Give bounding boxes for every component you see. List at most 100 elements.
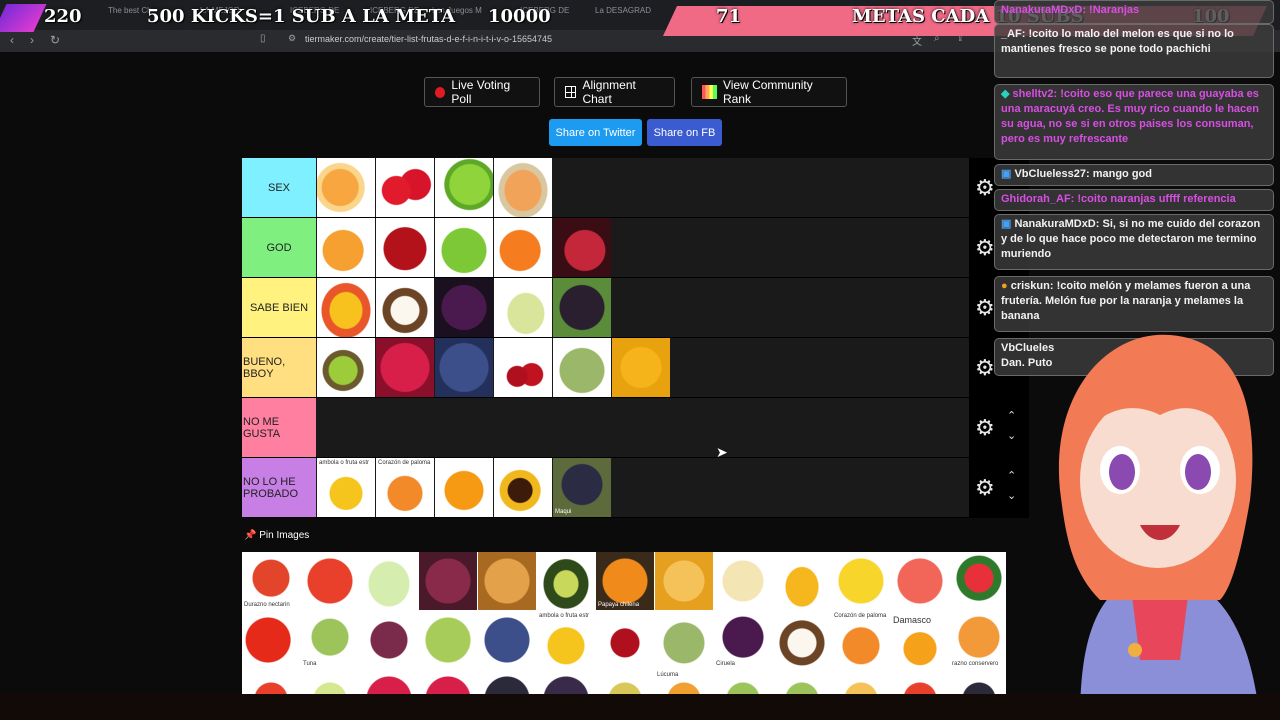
papaya-image[interactable]: Papaya chilena [596, 552, 654, 610]
image-caption: Damasco [893, 615, 932, 625]
apricot-image[interactable] [317, 158, 375, 217]
alignment-chart-button[interactable]: Alignment Chart [554, 77, 675, 107]
starfruit-image[interactable]: ambola o fruta estr [317, 458, 375, 517]
orange-image[interactable] [494, 218, 552, 277]
lime-image[interactable] [435, 158, 493, 217]
live-voting-poll-button[interactable]: Live Voting Poll [424, 77, 540, 107]
pin-images-toggle[interactable]: 📌 Pin Images [244, 530, 309, 541]
tier-label[interactable]: NO LO HE PROBADO [242, 458, 316, 517]
peach-image[interactable] [301, 552, 359, 610]
banana-image[interactable] [832, 552, 890, 610]
carambola-image[interactable]: ambola o fruta estr [537, 611, 595, 669]
pool-image[interactable] [832, 670, 890, 694]
maqui-image[interactable]: Maqui [553, 458, 611, 517]
gear-icon[interactable]: ⚙ [975, 235, 995, 261]
pool-image[interactable] [950, 670, 1006, 694]
tier-label[interactable]: BUENO, BBOY [242, 338, 316, 397]
pineapple-image[interactable] [773, 552, 831, 610]
pool-image[interactable] [773, 670, 831, 694]
pepino-image[interactable] [714, 552, 772, 610]
raspberry-image[interactable] [376, 338, 434, 397]
pomegranate-image[interactable] [553, 218, 611, 277]
cantaloupe-image[interactable] [494, 158, 552, 217]
damasco-image[interactable]: Damasco [891, 611, 949, 669]
grapes-image[interactable] [360, 611, 418, 669]
chat-message: Ghidorah_AF: !coito naranjas uffff refer… [994, 189, 1274, 211]
bookmark-icon[interactable]: ▯ [260, 33, 266, 44]
green-grapes-image[interactable] [419, 611, 477, 669]
blackberry-image[interactable] [553, 278, 611, 337]
tomato-image[interactable] [242, 611, 300, 669]
pool-image[interactable] [419, 670, 477, 694]
tier-label[interactable]: SABE BIEN [242, 278, 316, 337]
pool-image[interactable] [596, 670, 654, 694]
pool-image[interactable] [478, 670, 536, 694]
share-fb-button[interactable]: Share on FB [647, 119, 722, 146]
cherries-image[interactable] [596, 611, 654, 669]
avocado-image[interactable] [537, 552, 595, 610]
forward-icon[interactable]: › [30, 33, 34, 47]
pool-image[interactable] [301, 670, 359, 694]
chat-message: ▣ NanakuraMDxD: Si, si no me cuido del c… [994, 214, 1274, 270]
green-apple-image[interactable] [435, 218, 493, 277]
lucuma-image[interactable]: Lúcuma [655, 670, 713, 694]
grapefruit-image[interactable] [891, 552, 949, 610]
pool-image[interactable] [360, 670, 418, 694]
url-text[interactable]: tiermaker.com/create/tier-list-frutas-d-… [305, 34, 552, 44]
apple-image[interactable] [376, 218, 434, 277]
plum-pool-image[interactable]: Ciruela [714, 611, 772, 669]
blueberries-image[interactable] [478, 611, 536, 669]
coconut-image[interactable] [376, 278, 434, 337]
kiwi-image[interactable] [317, 338, 375, 397]
passion-fruit-image[interactable] [612, 338, 670, 397]
coconut-pool-image[interactable] [773, 611, 831, 669]
browser-tab[interactable]: La DESAGRAD [595, 6, 651, 15]
view-community-rank-button[interactable]: View Community Rank [691, 77, 847, 107]
tier-label[interactable]: NO ME GUSTA [242, 398, 316, 457]
back-icon[interactable]: ‹ [10, 33, 14, 47]
gear-icon[interactable]: ⚙ [975, 295, 995, 321]
chevron-down-icon[interactable]: ⌄ [1007, 486, 1016, 506]
blueberry-image[interactable] [435, 338, 493, 397]
gear-icon[interactable]: ⚙ [975, 475, 995, 501]
watermelon-image[interactable] [950, 552, 1006, 610]
site-info-icon[interactable]: ⚙ [288, 33, 296, 44]
mandarin-image[interactable] [317, 218, 375, 277]
pool-image[interactable] [714, 670, 772, 694]
pear-image[interactable] [494, 278, 552, 337]
canning-peach-image[interactable]: razno conservero [950, 611, 1006, 669]
nectarine-image[interactable]: Durazno nectarin [242, 552, 300, 610]
chevron-up-icon[interactable]: ⌃ [1007, 466, 1016, 486]
pigeon-heart-image[interactable]: Corazón de paloma [376, 458, 434, 517]
image-caption: ambola o fruta estr [319, 460, 370, 466]
browser-tab[interactable]: The best Ch [108, 6, 152, 15]
kicks-count: 220 [44, 6, 82, 27]
loquat-image[interactable] [478, 552, 536, 610]
gear-icon[interactable]: ⚙ [975, 415, 995, 441]
chevron-up-icon[interactable]: ⌃ [1007, 406, 1016, 426]
fig-image[interactable] [419, 552, 477, 610]
tier-label[interactable]: GOD [242, 218, 316, 277]
pool-image[interactable] [242, 670, 300, 694]
cherimoya-pool-image[interactable] [655, 611, 713, 669]
plum-image[interactable] [435, 278, 493, 337]
gear-icon[interactable]: ⚙ [975, 355, 995, 381]
pool-image[interactable] [891, 670, 949, 694]
tuna-image[interactable]: Tuna [301, 611, 359, 669]
mango-image[interactable] [317, 278, 375, 337]
cherry-image[interactable] [494, 338, 552, 397]
share-twitter-button[interactable]: Share on Twitter [549, 119, 642, 146]
kumquat-image[interactable] [435, 458, 493, 517]
honeydew-image[interactable] [360, 552, 418, 610]
cherimoya-image[interactable] [553, 338, 611, 397]
reload-icon[interactable]: ↻ [50, 33, 60, 47]
strawberry-image[interactable] [376, 158, 434, 217]
pigeon-heart-pool-image[interactable]: Corazón de paloma [832, 611, 890, 669]
tier-label[interactable]: SEX [242, 158, 316, 217]
mountain-papaya-image[interactable] [655, 552, 713, 610]
gear-icon[interactable]: ⚙ [975, 175, 995, 201]
sapote-image[interactable] [494, 458, 552, 517]
pool-image[interactable] [537, 670, 595, 694]
chevron-down-icon[interactable]: ⌄ [1007, 426, 1016, 446]
chat-username: Ghidorah_AF [1001, 193, 1071, 205]
